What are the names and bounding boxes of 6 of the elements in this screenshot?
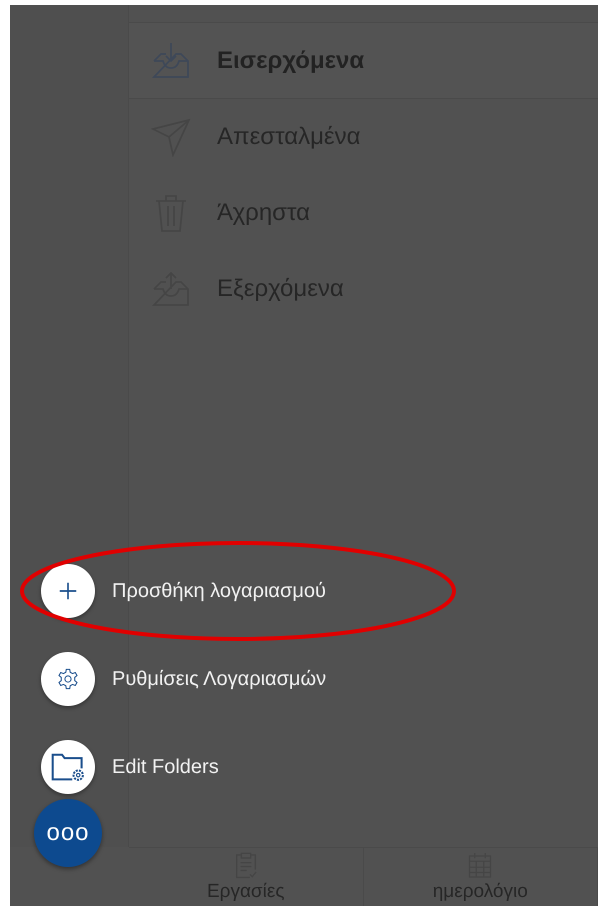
plus-icon	[57, 580, 79, 602]
action-label: Edit Folders	[112, 756, 219, 778]
folder-gear-icon	[51, 752, 85, 782]
settings-icon	[57, 668, 79, 690]
action-label: Προσθήκη λογαριασμού	[112, 580, 326, 602]
action-label: Ρυθμίσεις Λογαριασμών	[112, 668, 326, 690]
